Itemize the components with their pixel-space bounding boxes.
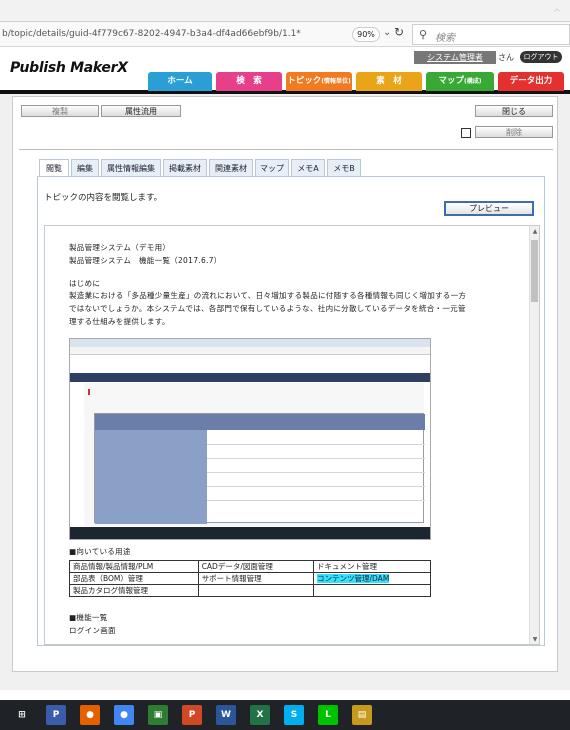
user-suffix: さん [498, 53, 514, 62]
excel-icon[interactable]: X [250, 705, 270, 725]
screenshot-table-row [207, 458, 425, 459]
word-icon[interactable]: W [216, 705, 236, 725]
document-viewer[interactable]: 製品管理システム（デモ用） 製品管理システム 機能一覧（2017.6.7） はじ… [44, 225, 540, 645]
reload-icon[interactable]: ↻ [394, 25, 404, 39]
screenshot-table-row [207, 500, 425, 501]
document-scrollbar[interactable]: ▲ ▼ [529, 226, 539, 644]
tab-memo-a[interactable]: メモA [291, 159, 325, 177]
delete-button[interactable]: 削除 [475, 126, 553, 138]
skype-icon[interactable]: S [284, 705, 304, 725]
nav-home[interactable]: ホーム [148, 72, 212, 91]
table-cell [197, 584, 315, 597]
search-placeholder: 検索 [435, 33, 455, 44]
chevron-down-icon[interactable]: ⌄ [383, 27, 391, 38]
embedded-screenshot: ​ [69, 338, 431, 540]
usage-heading: ■向いている用途 [69, 547, 131, 556]
tab-published-materials[interactable]: 掲載素材 [163, 159, 207, 177]
screenshot-table-row [207, 486, 425, 487]
system-admin-link[interactable]: システム管理者 [414, 51, 496, 64]
attribute-reuse-button[interactable]: 属性流用 [101, 105, 181, 117]
screenshot-table [94, 413, 425, 524]
chrome-icon[interactable]: ● [114, 705, 134, 725]
table-cell: ドキュメント管理 [313, 560, 431, 573]
tab-edit[interactable]: 編集 [71, 159, 99, 177]
tab-related-materials[interactable]: 関連素材 [209, 159, 253, 177]
table-cell: コンテンツ管理/DAM [313, 572, 431, 585]
search-icon: ⚲ [419, 28, 428, 41]
user-area: システム管理者 さん ログアウト [414, 51, 564, 65]
screenshot-menubar [70, 373, 430, 382]
table-cell: 製品カタログ情報管理 [69, 584, 199, 597]
image-app-icon[interactable]: ▣ [148, 705, 168, 725]
nav-topic[interactable]: トピック(情報単位) [286, 72, 352, 91]
doc-subtitle: 製品管理システム 機能一覧（2017.6.7） [69, 256, 222, 265]
logout-button[interactable]: ログアウト [520, 51, 562, 63]
nav-map[interactable]: マップ(構成) [426, 72, 494, 91]
tab-attribute-edit[interactable]: 属性情報編集 [101, 159, 161, 177]
table-cell: 商品情報/製品情報/PLM [69, 560, 199, 573]
windows-start-icon[interactable]: ⊞ [12, 705, 32, 725]
topic-page: 複製 属性流用 閉じる 削除 閲覧 編集 属性情報編集 掲載素材 関連素材 マッ… [12, 96, 558, 672]
table-row: 部品表（BOM）管理 サポート情報管理 コンテンツ管理/DAM [69, 572, 431, 585]
screenshot-header [70, 356, 430, 372]
browser-search-box[interactable]: ⚲ 検索 [412, 24, 570, 45]
line-icon[interactable]: L [318, 705, 338, 725]
table-cell: サポート情報管理 [197, 572, 315, 585]
main-area: 複製 属性流用 閉じる 削除 閲覧 編集 属性情報編集 掲載素材 関連素材 マッ… [0, 94, 570, 690]
browser-address-bar: b/topic/details/guid-4f779c67-8202-4947-… [0, 22, 570, 47]
doc-paragraph-line: 理する仕組みを提供します。 [69, 317, 170, 326]
screenshot-table-label-column [95, 430, 207, 524]
screenshot-subheader: ​ [88, 389, 92, 395]
folder-app-icon[interactable]: ▤ [352, 705, 372, 725]
windows-taskbar: ⊞ P ● ● ▣ P W X S L ▤ [0, 700, 570, 730]
file-app-icon[interactable]: P [46, 705, 66, 725]
firefox-icon[interactable]: ● [80, 705, 100, 725]
panel-description: トピックの内容を閲覧します。 [44, 193, 163, 203]
screenshot-taskbar [70, 527, 430, 539]
tab-memo-b[interactable]: メモB [327, 159, 361, 177]
screenshot-table-row [207, 444, 425, 445]
delete-checkbox[interactable] [461, 128, 471, 138]
scroll-up-icon[interactable]: ▲ [531, 228, 539, 236]
preview-button[interactable]: プレビュー [444, 201, 534, 216]
screenshot-table-header [95, 414, 425, 430]
tab-map[interactable]: マップ [255, 159, 289, 177]
usage-table: 商品情報/製品情報/PLM CADデータ/図面管理 ドキュメント管理 部品表（B… [69, 560, 431, 597]
nav-search[interactable]: 検 索 [216, 72, 282, 91]
features-heading: ■機能一覧 [69, 613, 108, 622]
zoom-level[interactable]: 90% [352, 27, 380, 42]
copy-button[interactable]: 複製 [21, 105, 99, 117]
screenshot-urlbar [70, 347, 430, 355]
scroll-down-icon[interactable]: ▼ [531, 636, 539, 644]
table-row: 商品情報/製品情報/PLM CADデータ/図面管理 ドキュメント管理 [69, 560, 431, 573]
divider [19, 149, 553, 150]
screenshot-table-row [207, 472, 425, 473]
table-cell [313, 584, 431, 597]
nav-material[interactable]: 素 材 [356, 72, 422, 91]
highlighted-text: コンテンツ管理/DAM [317, 574, 390, 583]
table-row: 製品カタログ情報管理 [69, 584, 431, 597]
doc-paragraph-line: ではないでしょうか。本システムでは、各部門で保有しているような、社内に分散してい… [69, 304, 466, 313]
chevron-up-icon[interactable]: ^ [553, 8, 561, 19]
doc-intro-heading: はじめに [69, 279, 101, 288]
view-panel: トピックの内容を閲覧します。 プレビュー 製品管理システム（デモ用） 製品管理シ… [37, 176, 545, 646]
doc-title: 製品管理システム（デモ用） [69, 243, 171, 252]
app-logo: Publish MakerX [10, 60, 128, 76]
login-screen-item: ログイン画面 [69, 626, 116, 635]
browser-title-bar [0, 0, 570, 22]
close-button[interactable]: 閉じる [475, 105, 553, 117]
doc-paragraph-line: 製造業における「多品種少量生産」の流れにおいて、日々増加する製品に付随する各種情… [69, 291, 467, 300]
nav-data-output[interactable]: データ出力 [498, 72, 564, 91]
scroll-thumb[interactable] [531, 240, 538, 302]
table-cell: CADデータ/図面管理 [197, 560, 315, 573]
url-field[interactable]: b/topic/details/guid-4f779c67-8202-4947-… [2, 29, 301, 39]
table-cell: 部品表（BOM）管理 [69, 572, 199, 585]
screenshot-titlebar [70, 339, 430, 347]
powerpoint-icon[interactable]: P [182, 705, 202, 725]
